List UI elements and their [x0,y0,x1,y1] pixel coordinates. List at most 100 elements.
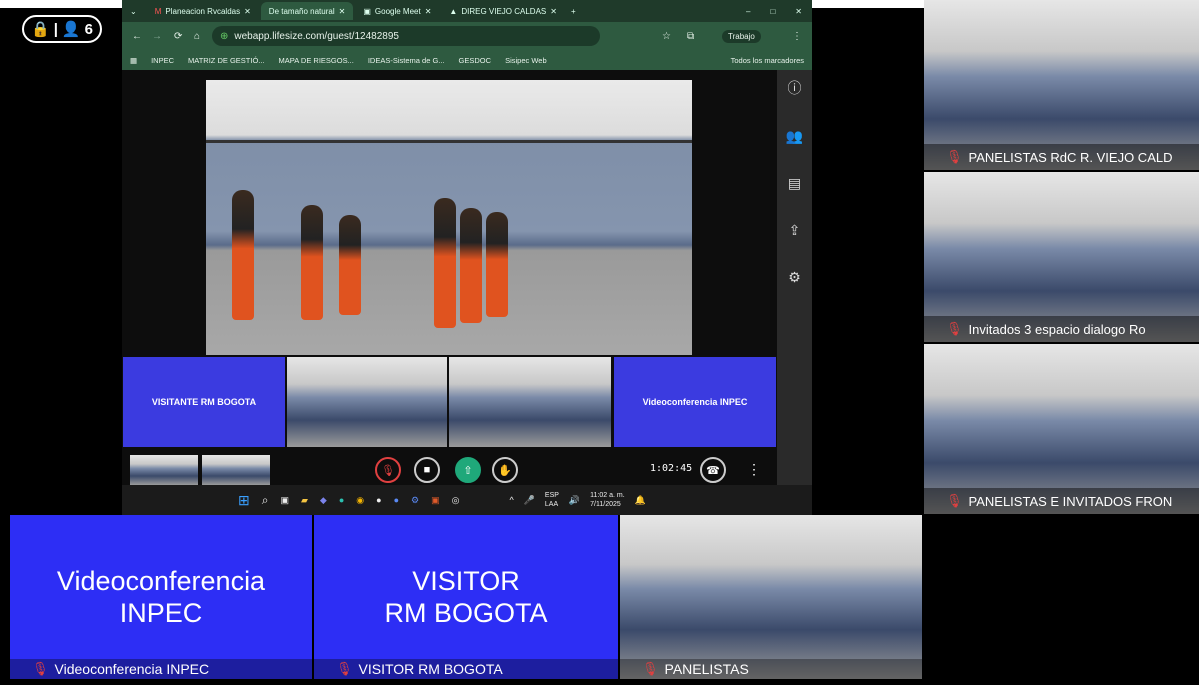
window-maximize-button[interactable]: □ [760,7,785,16]
app-icon[interactable]: ⚙ [411,495,419,506]
participants-icon[interactable]: 👥 [786,128,803,145]
share-icon[interactable]: ⇪ [789,222,801,239]
bookmark-ideas[interactable]: IDEAS-Sistema de G... [368,56,445,65]
back-icon[interactable]: ← [132,31,142,42]
search-icon[interactable]: ⌕ [262,493,269,508]
fence-wire [206,140,692,143]
dancer [339,215,361,315]
video-call-stage: ⓘ 👥 ▤ ⇪ ⚙ VISITANTE RM BOGOTA Videoconfe… [122,70,812,515]
drive-icon: ▲ [449,6,458,16]
mic-off-icon: 🎙 [946,149,963,164]
windows-start-icon[interactable]: ⊞ [238,492,250,509]
person-icon: 👤 [61,21,81,38]
tab-google-meet[interactable]: ▣ Google Meet ✕ [355,2,439,20]
tile-label: 🎙 PANELISTAS RdC R. VIEJO CALD [924,144,1199,170]
mic-tray-icon[interactable]: 🎤 [524,495,535,506]
browser-tab-strip: ⌄ M Planeacion Rvcaldas ✕ De tamaño natura… [122,0,812,22]
tile-label: 🎙 PANELISTAS E INVITADOS FRON [924,488,1199,514]
thumb-guests-video[interactable] [449,357,611,447]
more-icon[interactable]: ⋮ [747,461,761,478]
extensions-icon[interactable]: ⧉ [687,31,694,42]
tile-label: 🎙 Videoconferencia INPEC [10,659,334,679]
new-tab-button[interactable]: + [565,7,582,16]
app-icon[interactable]: ● [376,495,381,505]
meeting-lock-participants[interactable]: 🔒 | 👤 6 [22,15,102,43]
network-volume-icon[interactable]: 🔊 [569,495,580,506]
tab-de-tamano-natural[interactable]: De tamaño natural ✕ [260,2,354,20]
bookmarks-bar: ▦ INPEC MATRIZ DE GESTIÓ... MAPA DE RIES… [122,50,812,70]
shared-screen: ⌄ M Planeacion Rvcaldas ✕ De tamaño natura… [122,0,812,515]
tab-planeacion[interactable]: M Planeacion Rvcaldas ✕ [147,2,259,20]
apps-icon[interactable]: ▦ [130,56,137,65]
powerpoint-icon[interactable]: ▣ [431,495,440,506]
tile-label: 🎙 VISITOR RM BOGOTA [314,659,640,679]
tile-panelistas-invitados[interactable]: 🎙 PANELISTAS E INVITADOS FRON [924,344,1199,514]
camera-button[interactable]: ■ [414,457,440,483]
call-controls: 🎙 ■ ⇧ ✋ 1:02:45 ☎ ⋮ [122,455,777,485]
app-icon[interactable]: ● [394,495,399,505]
dancer [486,212,508,317]
media-icon[interactable]: ◎ [452,495,460,506]
bookmark-sisipec[interactable]: Sisipec Web [505,56,547,65]
forward-icon[interactable]: → [152,31,162,42]
taskview-icon[interactable]: ▣ [280,495,289,506]
star-icon[interactable]: ☆ [662,31,671,42]
url-field[interactable]: ⊕ webapp.lifesize.com/guest/12482895 [212,26,600,46]
mic-off-icon: 🎙 [336,661,353,676]
mini-thumb[interactable] [202,455,270,485]
window-close-button[interactable]: ✕ [785,7,812,16]
hand-icon: ✋ [498,464,512,477]
all-bookmarks[interactable]: Todos los marcadores [731,56,812,65]
tile-videoconferencia-inpec[interactable]: Videoconferencia INPEC 🎙 Videoconferencia… [10,515,334,679]
windows-taskbar: ⊞ ⌕ ▣ ▰ ◆ ● ◉ ● ● ⚙ ▣ ◎ ^ 🎤 ESP LAA 🔊 11… [122,485,812,515]
language-indicator[interactable]: ESP LAA [545,491,559,509]
teams-icon[interactable]: ◆ [320,495,327,506]
dancer [301,205,323,320]
bookmark-mapa[interactable]: MAPA DE RIESGOS... [279,56,354,65]
thumb-visitante[interactable]: VISITANTE RM BOGOTA [123,357,285,447]
hang-up-icon: ☎ [706,464,720,477]
edge-icon[interactable]: ● [339,495,344,505]
participant-count: 6 [84,20,93,38]
share-screen-button[interactable]: ⇧ [455,457,481,483]
reload-icon[interactable]: ⟳ [174,31,182,42]
mic-off-icon: 🎙 [32,661,49,676]
dancer [460,208,482,323]
info-icon[interactable]: ⓘ [788,78,802,98]
tile-visitor-rm-bogota[interactable]: VISITOR RM BOGOTA 🎙 VISITOR RM BOGOTA [314,515,640,679]
chevron-down-icon[interactable]: ⌄ [122,7,145,16]
tile-invitados[interactable]: 🎙 Invitados 3 espacio dialogo Ro [924,172,1199,342]
gmail-icon: M [154,6,162,16]
mic-off-icon: 🎙 [381,464,395,477]
camera-icon: ■ [423,464,431,476]
chrome-icon[interactable]: ◉ [356,495,364,506]
mic-off-icon: 🎙 [946,493,963,508]
window-minimize-button[interactable]: – [736,7,760,16]
tray-chevron-icon[interactable]: ^ [509,495,513,505]
address-bar: ← → ⟳ ⌂ ⊕ webapp.lifesize.com/guest/1248… [122,22,812,50]
bookmark-matriz[interactable]: MATRIZ DE GESTIÓ... [188,56,265,65]
hang-up-button[interactable]: ☎ [700,457,726,483]
notification-icon[interactable]: 🔔 [635,495,646,506]
profile-button[interactable]: Trabajo [722,29,761,43]
dancer [434,198,456,328]
call-timer: 1:02:45 [650,463,693,474]
menu-icon[interactable]: ⋮ [792,31,802,42]
bookmark-inpec[interactable]: INPEC [151,56,174,65]
thumb-panel-video[interactable] [287,357,447,447]
main-video-dancers [206,80,692,355]
files-icon[interactable]: ▰ [301,495,308,506]
settings-icon[interactable]: ⚙ [788,269,801,286]
layout-icon[interactable]: ▤ [788,175,801,192]
tab-direg[interactable]: ▲ DIREG VIEJO CALDAS ✕ [441,2,565,20]
tile-label: 🎙 PANELISTAS [620,659,944,679]
mini-thumb[interactable] [130,455,198,485]
home-icon[interactable]: ⌂ [194,31,200,42]
raise-hand-button[interactable]: ✋ [492,457,518,483]
mute-mic-button[interactable]: 🎙 [375,457,401,483]
thumb-videoconferencia[interactable]: Videoconferencia INPEC [614,357,776,447]
clock[interactable]: 11:02 a. m. 7/11/2025 [590,491,625,509]
tile-panelistas-rdc[interactable]: 🎙 PANELISTAS RdC R. VIEJO CALD [924,0,1199,170]
tile-panelistas[interactable]: 🎙 PANELISTAS [620,515,944,679]
bookmark-gesdoc[interactable]: GESDOC [459,56,492,65]
